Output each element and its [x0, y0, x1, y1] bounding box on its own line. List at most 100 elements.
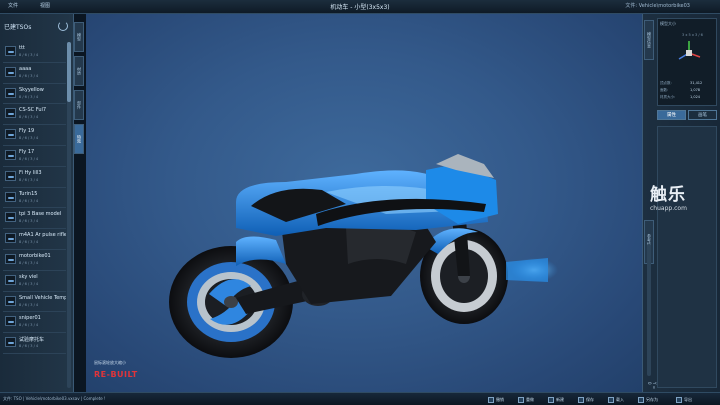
menu-view[interactable]: 视图 — [40, 2, 50, 9]
list-item[interactable]: 试验摩托车 8 / 6 / 3 / 4 — [3, 333, 66, 354]
rebuilt-label: RE-BUILT — [94, 370, 138, 379]
viewport-hint: 鼠标滚轮放大缩小 — [94, 360, 126, 365]
save-as-icon — [638, 396, 644, 403]
item-name: Fly 19 — [19, 128, 35, 135]
tso-list: ttt 8 / 6 / 3 / 4 aaaa 8 / 6 / 3 / 4 Skyye… — [3, 42, 66, 388]
item-name: motorbike01 — [19, 252, 51, 259]
load-icon — [608, 396, 614, 403]
3d-viewport[interactable]: 鼠标滚轮放大缩小 RE-BUILT — [86, 14, 642, 392]
model-thumbnail — [5, 46, 16, 56]
list-item[interactable]: Fi Hy lill3 8 / 6 / 3 / 4 — [3, 167, 66, 188]
button-label: 保存 — [586, 396, 594, 402]
item-name: sniper01 — [19, 315, 41, 322]
y-axis-value: Y = 0 — [647, 382, 657, 390]
model-thumbnail — [5, 129, 16, 140]
watermark-url: chuapp.com — [650, 205, 687, 212]
y-slider[interactable] — [647, 244, 651, 376]
item-name: ttt — [19, 45, 25, 51]
item-name: tpi 3 Base model — [19, 211, 62, 218]
list-item[interactable]: tpi 3 Base model 8 / 6 / 3 / 4 — [3, 208, 66, 230]
item-size: 8 / 6 / 3 / 4 — [19, 323, 39, 328]
scrollbar-thumb[interactable] — [67, 42, 71, 102]
item-size: 8 / 6 / 3 / 4 — [19, 198, 39, 203]
list-item[interactable]: sky viel 8 / 6 / 3 / 4 — [3, 271, 66, 292]
tab-model[interactable]: 模型 — [74, 22, 84, 52]
refresh-icon[interactable] — [58, 21, 68, 31]
button-label: 新建 — [556, 396, 564, 402]
list-scrollbar[interactable] — [67, 42, 71, 388]
model-thumbnail — [5, 274, 16, 285]
left-tab-strip: 模型 材质 部件 特效 — [74, 22, 86, 182]
list-item[interactable]: sniper01 8 / 6 / 3 / 4 — [3, 312, 66, 334]
list-item[interactable]: Turin15 8 / 6 / 3 / 4 — [3, 188, 66, 209]
stat-label: 顶点数: — [660, 81, 672, 85]
window-title: 机动车 - 小型(3x5x3) — [330, 4, 390, 11]
model-thumbnail — [5, 295, 16, 306]
status-bar: 文件: TSO | Vehicle\motorbike03.vxsav | Co… — [0, 392, 720, 405]
save-as-button[interactable]: 另存为 — [638, 395, 658, 404]
stat-value: 31,412 — [690, 81, 703, 85]
item-size: 8 / 6 / 3 / 4 — [19, 344, 39, 349]
item-name: Small Vehicle Template — [19, 294, 66, 301]
item-size: 8 / 6 / 3 / 4 — [19, 73, 39, 78]
stat-value: 1,024 — [690, 95, 701, 99]
list-item[interactable]: aaaa 8 / 6 / 3 / 4 — [3, 63, 66, 84]
brush-button[interactable]: 画笔 — [688, 110, 717, 120]
item-name: 试验摩托车 — [19, 337, 45, 344]
item-name: Fly 17 — [19, 148, 35, 155]
export-button[interactable]: 导出 — [676, 395, 692, 404]
new-icon — [548, 396, 554, 403]
item-size: 8 / 6 / 3 / 4 — [19, 302, 39, 307]
model-thumbnail — [5, 316, 16, 327]
list-item[interactable]: ttt 8 / 6 / 3 / 4 — [3, 42, 66, 63]
axis-gizmo-icon — [678, 41, 701, 60]
button-label: 另存为 — [646, 396, 658, 402]
list-item[interactable]: m4A1 Ar pulse rifle rebuild8 / 6 / 3 / 4 — [3, 229, 66, 250]
save-button[interactable]: 保存 — [578, 395, 594, 404]
item-size: 8 / 6 / 3 / 4 — [19, 53, 39, 57]
top-bar: 文件 视图 机动车 - 小型(3x5x3) 文件: Vehicle\motorb… — [0, 0, 720, 14]
tab-model-info[interactable]: 模型信息 — [644, 20, 654, 60]
new-button[interactable]: 新建 — [548, 395, 564, 404]
tab-effects[interactable]: 特效 — [74, 124, 84, 154]
list-item[interactable]: CS-SC Ful7 8 / 6 / 3 / 4 — [3, 104, 66, 126]
model-thumbnail — [5, 87, 16, 98]
model-thumbnail — [5, 233, 16, 244]
redo-button[interactable]: 重做 — [518, 395, 534, 404]
stat-value: 1,078 — [690, 88, 701, 92]
export-icon — [676, 396, 682, 403]
model-thumbnail — [5, 170, 16, 181]
model-thumbnail — [5, 191, 16, 202]
list-item[interactable]: Fly 19 8 / 6 / 3 / 4 — [3, 125, 66, 146]
list-item[interactable]: Skyyellow 8 / 6 / 3 / 4 — [3, 84, 66, 105]
stat-label: 材质大小: — [660, 95, 676, 99]
item-name: aaaa — [19, 65, 32, 72]
model-thumbnail — [5, 253, 16, 264]
undo-button[interactable]: 撤销 — [488, 395, 504, 404]
stat-label: 面数: — [660, 88, 669, 92]
button-label: 重做 — [526, 396, 534, 402]
item-name: sky viel — [19, 273, 38, 280]
menu-file[interactable]: 文件 — [8, 2, 18, 9]
item-name: CS-SC Ful7 — [19, 107, 47, 114]
item-size: 8 / 6 / 3 / 4 — [19, 156, 39, 161]
tso-list-panel: 已建TSOs ttt 8 / 6 / 3 / 4 aaaa 8 / 6 / 3 / … — [0, 14, 74, 392]
button-label: 载入 — [616, 396, 624, 402]
item-name: Turin15 — [19, 190, 38, 197]
model-thumbnail — [5, 66, 16, 77]
load-button[interactable]: 载入 — [608, 395, 624, 404]
list-item[interactable]: Small Vehicle Template8 / 6 / 3 / 4 — [3, 292, 66, 313]
watermark: 触乐 chuapp.com — [650, 180, 716, 212]
list-item[interactable]: motorbike01 8 / 6 / 3 / 4 — [3, 250, 66, 271]
list-item[interactable]: Fly 17 8 / 6 / 3 / 4 — [3, 146, 66, 167]
model-thumbnail — [5, 337, 16, 348]
model-thumbnail — [5, 149, 16, 160]
item-size: 8 / 6 / 3 / 4 — [19, 219, 39, 224]
model-size-text: 3 x 5 x 3 / 6 — [682, 33, 703, 37]
model-size-box: 模型大小 3 x 5 x 3 / 6 顶点数: 31,412 面数: 1,078… — [657, 18, 717, 106]
tab-material[interactable]: 材质 — [74, 56, 84, 86]
item-size: 8 / 6 / 3 / 4 — [19, 240, 39, 245]
model-thumbnail — [5, 108, 16, 119]
tab-parts[interactable]: 部件 — [74, 90, 84, 120]
properties-button[interactable]: 属性 — [657, 110, 686, 120]
